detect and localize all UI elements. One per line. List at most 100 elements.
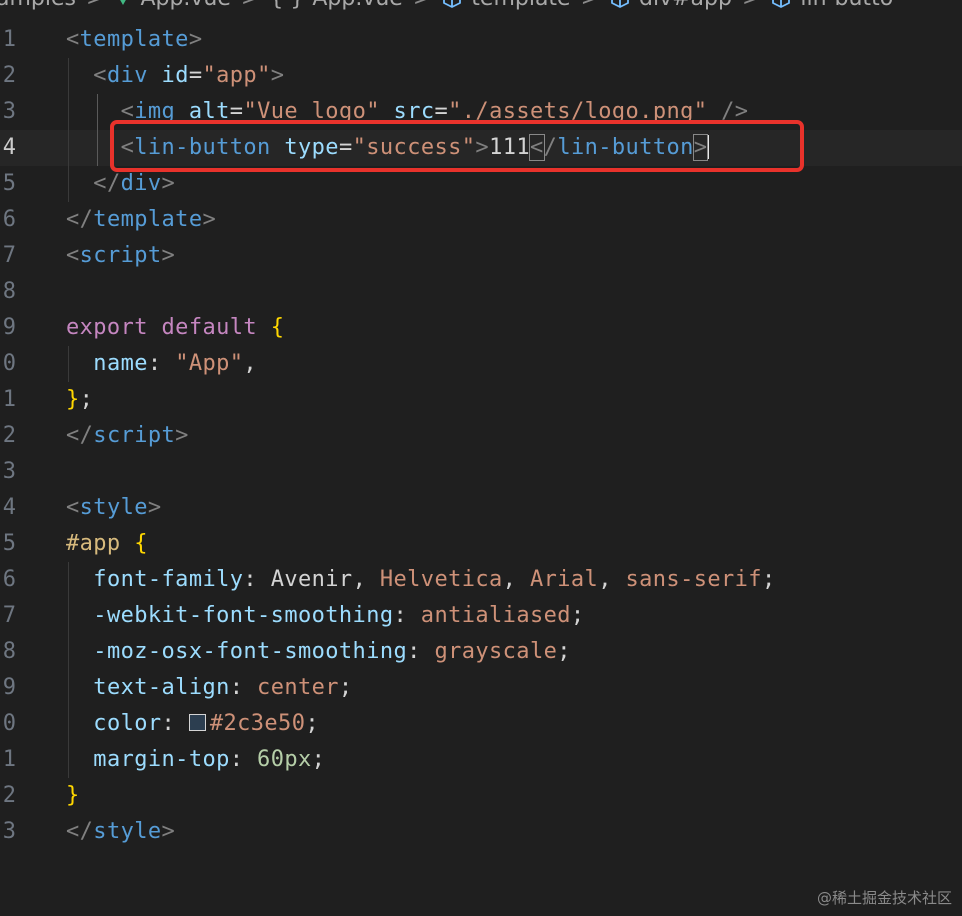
code-line[interactable]: 2}: [0, 778, 962, 814]
breadcrumb-item[interactable]: div#app: [609, 0, 732, 11]
code-line[interactable]: 2 </script>: [0, 418, 962, 454]
code-token: ,: [243, 351, 258, 376]
line-number: 3: [2, 459, 16, 484]
code-token: {: [270, 315, 285, 340]
breadcrumb: amples > App.vue > { } App.vue > template > div#a…: [0, 0, 893, 12]
code-token: "App": [175, 351, 244, 376]
color-swatch[interactable]: [188, 714, 206, 731]
code-text: -webkit-font-smoothing: antialiased;: [66, 598, 585, 634]
code-text: color: #2c3e50;: [66, 706, 319, 742]
code-token: ;: [338, 675, 353, 700]
code-line[interactable]: [0, 850, 962, 886]
line-number: 4: [2, 495, 16, 520]
code-line[interactable]: 8 -moz-osx-font-smoothing: grayscale;: [0, 634, 962, 670]
code-token: color: [93, 711, 162, 736]
code-token: <: [66, 495, 80, 520]
code-token: : Avenir,: [243, 567, 380, 592]
code-token: -moz-osx-font-smoothing: [93, 639, 408, 664]
code-text: font-family: Avenir, Helvetica, Arial, s…: [66, 562, 776, 598]
code-token: script: [79, 243, 162, 268]
line-number: 5: [2, 171, 16, 196]
code-text: -moz-osx-font-smoothing: grayscale;: [66, 634, 571, 670]
code-token: div: [106, 63, 148, 88]
code-line[interactable]: 0 name: "App",: [0, 346, 962, 382]
code-token: #app: [66, 531, 121, 556]
line-number: 8: [2, 279, 16, 304]
code-line[interactable]: 3 </style>: [0, 814, 962, 850]
code-line[interactable]: 6 font-family: Avenir, Helvetica, Arial,…: [0, 562, 962, 598]
code-line[interactable]: 7 <script>: [0, 238, 962, 274]
code-token: =: [188, 63, 203, 88]
breadcrumb-label: App.vue: [312, 0, 402, 11]
line-number: 8: [2, 639, 16, 664]
breadcrumb-separator: >: [413, 0, 431, 11]
code-line[interactable]: 7 -webkit-font-smoothing: antialiased;: [0, 598, 962, 634]
code-token: :: [229, 675, 258, 700]
code-line[interactable]: 0 color: #2c3e50;: [0, 706, 962, 742]
code-token: #2c3e50: [209, 711, 306, 736]
vue-icon: [120, 0, 127, 5]
code-line[interactable]: 5 #app {: [0, 526, 962, 562]
code-token: >: [147, 495, 162, 520]
code-token: {: [134, 531, 148, 556]
breadcrumb-item[interactable]: amples: [0, 0, 76, 11]
code-line[interactable]: 1};: [0, 382, 962, 418]
code-token: :: [393, 603, 421, 628]
code-line[interactable]: 1 <template>: [0, 22, 962, 58]
code-line[interactable]: 3: [0, 454, 962, 490]
breadcrumb-label: App.vue: [140, 0, 230, 11]
code-token: template: [93, 207, 203, 232]
code-line[interactable]: 8: [0, 274, 962, 310]
line-number: 3: [2, 819, 16, 844]
code-token: >: [270, 63, 285, 88]
cube-icon: [611, 0, 629, 8]
line-number: 0: [2, 711, 16, 736]
code-text: margin-top: 60px;: [66, 742, 325, 778]
line-number: 2: [2, 783, 16, 808]
line-number: 1: [2, 27, 16, 52]
code-line[interactable]: 6 </template>: [0, 202, 962, 238]
code-text: };: [66, 382, 93, 418]
cube-icon: [772, 0, 791, 8]
code-text: #app {: [66, 526, 148, 562]
line-number: 2: [2, 423, 16, 448]
code-token: style: [93, 819, 162, 844]
code-token: :: [147, 351, 176, 376]
code-line[interactable]: 2 <div id="app">: [0, 58, 962, 94]
code-token: :: [161, 711, 189, 736]
code-token: name: [93, 351, 148, 376]
code-token: >: [202, 207, 217, 232]
code-token: ;: [311, 747, 326, 772]
code-token: <: [66, 243, 80, 268]
code-token: }: [66, 783, 80, 808]
code-line[interactable]: 1 margin-top: 60px;: [0, 742, 962, 778]
code-token: Helvetica: [379, 567, 503, 592]
code-token: >: [188, 27, 203, 52]
code-token: </: [66, 423, 94, 448]
code-token: center: [257, 675, 339, 700]
code-token: ;: [79, 387, 94, 412]
code-line[interactable]: 9 text-align: center;: [0, 670, 962, 706]
code-text: <script>: [66, 238, 175, 274]
breadcrumb-separator: >: [581, 0, 599, 11]
code-line[interactable]: 4 <style>: [0, 490, 962, 526]
code-text: </script>: [66, 418, 189, 454]
breadcrumb-separator: >: [742, 0, 760, 11]
code-token: sans-serif: [625, 567, 762, 592]
breadcrumb-item[interactable]: { } App.vue: [269, 0, 402, 11]
breadcrumb-item[interactable]: template: [441, 0, 571, 11]
breadcrumb-item[interactable]: lin-butto: [770, 0, 893, 11]
line-number: 6: [2, 567, 16, 592]
breadcrumb-item[interactable]: App.vue: [114, 0, 231, 11]
code-token: ,: [598, 567, 626, 592]
code-line[interactable]: 9 export default {: [0, 310, 962, 346]
line-number: 4: [2, 135, 16, 160]
